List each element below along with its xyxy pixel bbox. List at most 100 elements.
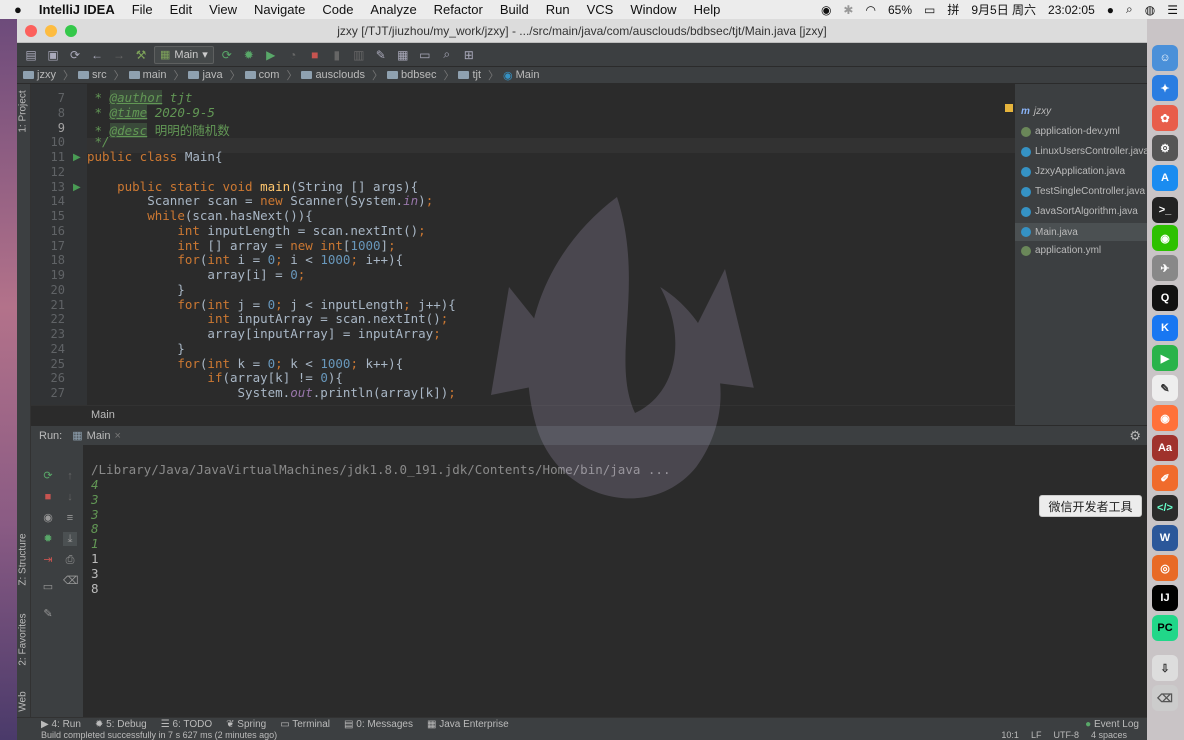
down-arrow-icon[interactable]: ↓ (63, 490, 77, 504)
save-all-icon[interactable]: ▣ (44, 46, 62, 64)
tab-run[interactable]: ▶ 4: Run (41, 719, 81, 730)
menu-build[interactable]: Build (500, 2, 529, 17)
apple-menu-icon[interactable]: ● (14, 2, 22, 17)
finder-dock-icon[interactable]: ☺ (1152, 45, 1178, 71)
structure-icon[interactable]: ▥ (350, 46, 368, 64)
file-encoding[interactable]: UTF-8 (1053, 731, 1079, 740)
scroll-to-end-icon[interactable]: ⤓ (63, 532, 77, 546)
breadcrumb-item[interactable]: bdbsec 〉 (386, 67, 454, 83)
firefox-dock-icon[interactable]: ◉ (1152, 405, 1178, 431)
stop-icon[interactable]: ■ (41, 490, 55, 504)
notes-dock-icon[interactable]: ✎ (1152, 375, 1178, 401)
menu-help[interactable]: Help (694, 2, 721, 17)
open-folder-icon[interactable]: ▤ (22, 46, 40, 64)
battery-percent[interactable]: 65% (888, 3, 912, 17)
clock-time[interactable]: 23:02:05 (1048, 3, 1095, 17)
close-window-button[interactable] (25, 25, 37, 37)
soft-wrap-icon[interactable]: ≡ (63, 511, 77, 525)
k-app-dock-icon[interactable]: K (1152, 315, 1178, 341)
terminal-dock-icon[interactable]: >_ (1152, 197, 1178, 223)
up-arrow-icon[interactable]: ↑ (63, 469, 77, 483)
intellij-dock-icon[interactable]: IJ (1152, 585, 1178, 611)
coverage-icon[interactable]: ▶ (262, 46, 280, 64)
gear-icon[interactable]: ⚙ (1129, 428, 1141, 444)
recent-file-item[interactable]: JavaSortAlgorithm.java (1021, 206, 1138, 217)
terminal-window-icon[interactable]: ▭ (416, 46, 434, 64)
clock-date[interactable]: 9月5日 周六 (971, 1, 1036, 18)
menu-vcs[interactable]: VCS (587, 2, 614, 17)
breadcrumb-item[interactable]: ausclouds 〉 (301, 67, 383, 83)
event-log-button[interactable]: ● Event Log (1085, 719, 1139, 730)
safari-dock-icon[interactable]: ✦ (1152, 75, 1178, 101)
build-hammer-icon[interactable]: ⚒ (132, 46, 150, 64)
settings-wrench-icon[interactable]: ✎ (372, 46, 390, 64)
rerun-icon[interactable]: ⟳ (41, 469, 55, 483)
layout-icon[interactable]: ▭ (41, 580, 55, 594)
minimize-window-button[interactable] (45, 25, 57, 37)
forward-icon[interactable]: → (110, 46, 128, 64)
camera-icon[interactable]: ◉ (41, 511, 55, 525)
wechat-dock-icon[interactable]: ◉ (1152, 225, 1178, 251)
launchpad-dock-icon[interactable]: ✈ (1152, 255, 1178, 281)
favorites-tool-tab[interactable]: 2: Favorites (18, 612, 29, 668)
status-message[interactable]: Build completed successfully in 7 s 627 … (41, 731, 277, 740)
app-menu[interactable]: IntelliJ IDEA (39, 2, 115, 17)
line-separator[interactable]: LF (1031, 731, 1042, 740)
sync-icon[interactable]: ⟳ (66, 46, 84, 64)
colorful-app-dock-icon[interactable]: ◎ (1152, 555, 1178, 581)
qq-dock-icon[interactable]: Q (1152, 285, 1178, 311)
menu-analyze[interactable]: Analyze (370, 2, 416, 17)
breadcrumb-item[interactable]: ◉ Main (503, 69, 539, 82)
profile-icon[interactable]: ◔ (284, 46, 302, 64)
debug-bug-icon[interactable]: ✹ (41, 532, 55, 546)
photos-dock-icon[interactable]: ✿ (1152, 105, 1178, 131)
menu-window[interactable]: Window (630, 2, 676, 17)
debug-icon[interactable]: ✹ (240, 46, 258, 64)
word-dock-icon[interactable]: W (1152, 525, 1178, 551)
tab-java-enterprise[interactable]: ▦ Java Enterprise (427, 719, 509, 730)
recent-file-item[interactable]: application-dev.yml (1021, 126, 1120, 137)
recent-file-item[interactable]: TestSingleController.java (1021, 186, 1145, 197)
recent-file-item-selected[interactable]: Main.java (1015, 223, 1147, 241)
notification-center-icon[interactable]: ☰ (1167, 3, 1178, 17)
plugin-icon[interactable]: ⊞ (460, 46, 478, 64)
menu-file[interactable]: File (132, 2, 153, 17)
print-icon[interactable]: ⎙ (63, 553, 77, 567)
compass-dock-icon[interactable]: ✐ (1152, 465, 1178, 491)
run-config-select[interactable]: ▦ Main ▾ (154, 45, 214, 64)
search-icon[interactable]: ⌕ (438, 46, 456, 64)
spotlight-search-icon[interactable]: ⌕ (1126, 2, 1133, 17)
vcs-icon[interactable]: ▮ (328, 46, 346, 64)
tab-run-main[interactable]: ▦ Main × (72, 429, 121, 443)
menu-code[interactable]: Code (322, 2, 353, 17)
breadcrumb-item[interactable]: jzxy 〉 (23, 67, 74, 83)
downloads-dock-icon[interactable]: ⇩ (1152, 655, 1178, 681)
run-class-gutter-icon[interactable]: ▶ (73, 152, 81, 163)
breadcrumb-item[interactable]: tjt 〉 (458, 67, 499, 83)
editor-breadcrumb-item[interactable]: Main (91, 409, 115, 421)
tab-messages[interactable]: ▤ 0: Messages (344, 719, 413, 730)
run-method-gutter-icon[interactable]: ▶ (73, 182, 81, 193)
recent-file-item[interactable]: application.yml (1021, 245, 1101, 256)
recent-file-item[interactable]: LinuxUsersController.java (1021, 146, 1147, 157)
zoom-window-button[interactable] (65, 25, 77, 37)
menu-run[interactable]: Run (546, 2, 570, 17)
project-structure-icon[interactable]: ▦ (394, 46, 412, 64)
back-icon[interactable]: ← (88, 46, 106, 64)
menu-edit[interactable]: Edit (170, 2, 192, 17)
rerun-icon[interactable]: ⟳ (218, 46, 236, 64)
tab-todo[interactable]: ☰ 6: TODO (161, 719, 212, 730)
recent-file-item[interactable]: m jzxy (1021, 106, 1051, 117)
bluetooth-icon[interactable]: ✱ (843, 3, 853, 17)
breadcrumb-item[interactable]: com 〉 (244, 67, 297, 83)
project-tool-tab[interactable]: 1: Project (18, 84, 29, 140)
recent-file-item[interactable]: JzxyApplication.java (1021, 166, 1125, 177)
stop-icon[interactable]: ■ (306, 46, 324, 64)
breadcrumb-item[interactable]: src 〉 (77, 67, 125, 83)
wechat-status-icon[interactable]: ◉ (821, 3, 831, 17)
user-icon[interactable]: ● (1107, 3, 1114, 17)
caret-position[interactable]: 10:1 (1001, 731, 1019, 740)
indent-setting[interactable]: 4 spaces (1091, 731, 1127, 740)
trash-dock-icon[interactable]: ⌫ (1152, 685, 1178, 711)
wifi-icon[interactable]: ◠ (865, 3, 875, 17)
